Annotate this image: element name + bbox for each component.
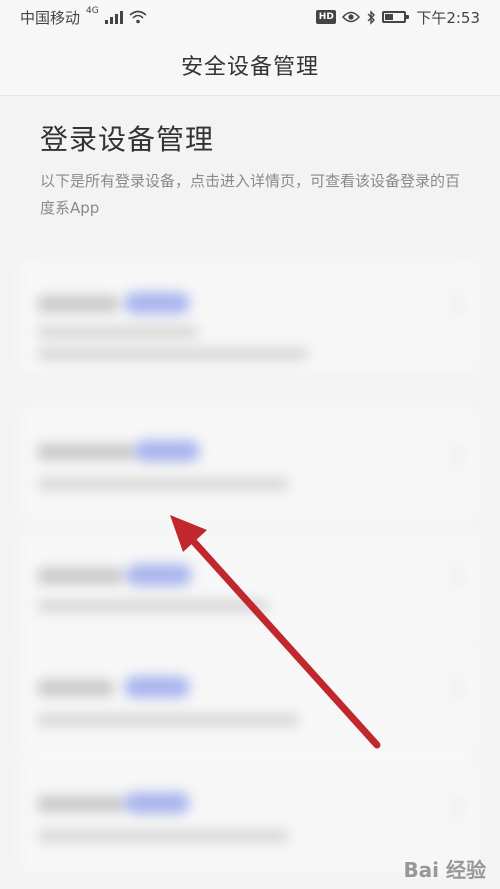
device-info-line (38, 326, 198, 338)
device-item[interactable] (20, 530, 480, 645)
wifi-icon (129, 10, 147, 24)
network-type: 4G (86, 6, 99, 16)
status-left: 中国移动 4G (20, 6, 147, 28)
battery-fill (385, 14, 394, 20)
device-tag (124, 676, 190, 698)
chevron-right-icon (440, 442, 464, 466)
device-item[interactable] (20, 406, 480, 521)
device-tag (126, 564, 192, 586)
device-tag (124, 292, 190, 314)
title-bar: 安全设备管理 (0, 34, 500, 96)
device-info-line (38, 348, 308, 360)
watermark-logo: Bai 经验 (403, 858, 486, 882)
device-name-placeholder (38, 796, 123, 812)
chevron-right-icon (440, 294, 464, 318)
device-info-line (38, 478, 288, 490)
status-right: HD 下午2:53 (316, 7, 480, 28)
device-info-line (38, 714, 298, 726)
battery-icon (382, 11, 410, 23)
section-description: 以下是所有登录设备，点击进入详情页，可查看该设备登录的百度系App (40, 172, 461, 217)
phone-screen: 中国移动 4G HD 下午2:53 安全设备管理 登录设备管理 以下是所有登录设… (0, 0, 500, 889)
chevron-right-icon (440, 678, 464, 702)
carrier-label: 中国移动 (20, 8, 81, 27)
device-item[interactable] (20, 642, 480, 757)
content-area: 登录设备管理 以下是所有登录设备，点击进入详情页，可查看该设备登录的百度系App (0, 96, 500, 889)
chevron-right-icon (440, 566, 464, 590)
chevron-right-icon (440, 794, 464, 818)
signal-icon (104, 10, 123, 24)
device-info-line (38, 600, 268, 612)
device-tag (134, 440, 200, 462)
device-item[interactable] (20, 258, 480, 373)
page-title: 安全设备管理 (180, 54, 319, 80)
clock: 下午2:53 (416, 8, 480, 27)
device-list (0, 246, 500, 886)
bluetooth-icon (367, 9, 376, 25)
device-name-placeholder (38, 680, 113, 696)
hd-icon: HD (316, 10, 337, 24)
device-info-line (38, 830, 288, 842)
status-bar: 中国移动 4G HD 下午2:53 (0, 0, 500, 34)
section-heading: 登录设备管理 (40, 123, 215, 156)
device-tag (124, 792, 190, 814)
device-name-placeholder (38, 568, 123, 584)
device-name-placeholder (38, 444, 133, 460)
eye-icon (342, 11, 361, 23)
device-name-placeholder (38, 296, 118, 312)
